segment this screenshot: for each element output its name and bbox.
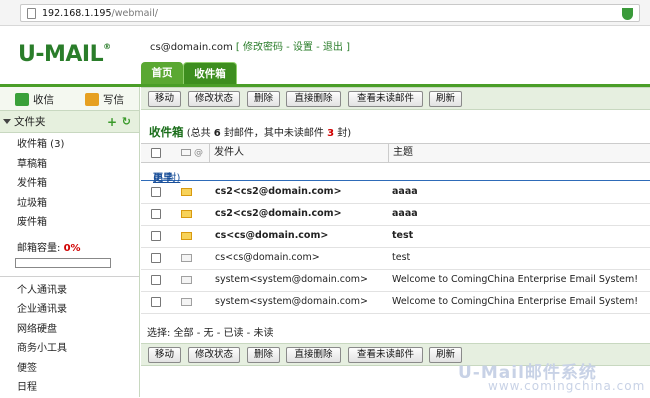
quota-bar bbox=[15, 257, 111, 268]
delete-direct-button[interactable]: 直接删除 bbox=[286, 91, 341, 107]
row-sender[interactable]: cs<cs@domain.com> bbox=[215, 230, 328, 241]
row-checkbox[interactable] bbox=[151, 209, 161, 219]
table-row[interactable]: cs2<cs2@domain.com> aaaa bbox=[141, 182, 650, 204]
toolbar-top: 移动 修改状态 删除 直接删除 查看未读邮件 刷新 bbox=[141, 87, 650, 110]
row-checkbox[interactable] bbox=[151, 275, 161, 285]
collapse-icon[interactable] bbox=[3, 119, 11, 124]
unread-count: 3 bbox=[327, 128, 335, 139]
row-subject[interactable]: test bbox=[392, 230, 413, 241]
unread-mail-icon bbox=[181, 210, 192, 218]
sidebar-divider bbox=[0, 275, 139, 277]
refresh-folders-icon[interactable]: ↻ bbox=[122, 111, 131, 133]
row-checkbox[interactable] bbox=[151, 297, 161, 307]
unread-mail-icon bbox=[181, 232, 192, 240]
shield-icon[interactable] bbox=[622, 8, 633, 20]
compose-icon bbox=[85, 93, 99, 106]
row-checkbox[interactable] bbox=[151, 231, 161, 241]
read-mail-icon bbox=[181, 298, 192, 306]
view-unread-button-bottom[interactable]: 查看未读邮件 bbox=[348, 347, 423, 363]
row-subject[interactable]: Welcome to ComingChina Enterprise Email … bbox=[392, 296, 638, 307]
row-subject[interactable]: aaaa bbox=[392, 208, 418, 219]
row-sender[interactable]: system<system@domain.com> bbox=[215, 274, 368, 285]
read-mail-icon bbox=[181, 254, 192, 262]
tab-inbox[interactable]: 收件箱 bbox=[183, 62, 237, 84]
folder-trash[interactable]: 废件箱 bbox=[0, 213, 139, 233]
address-bar: 192.168.1.195/webmail/ bbox=[0, 0, 650, 26]
row-sender[interactable]: cs2<cs2@domain.com> bbox=[215, 186, 342, 197]
col-subject[interactable]: 主题 bbox=[388, 144, 650, 162]
row-subject[interactable]: test bbox=[392, 252, 410, 263]
table-row[interactable]: system<system@domain.com> Welcome to Comi… bbox=[141, 292, 650, 314]
write-button[interactable]: 写信 bbox=[85, 92, 124, 107]
tool-business-tools[interactable]: 商务小工具 bbox=[0, 339, 139, 359]
page-icon bbox=[27, 8, 36, 19]
table-row[interactable]: cs<cs@domain.com> test bbox=[141, 226, 650, 248]
watermark-url: www.comingchina.com bbox=[488, 379, 646, 393]
sidebar: 收信 写信 文件夹 + ↻ 收件箱 (3) 草稿箱 发件箱 垃圾箱 废件箱 邮箱… bbox=[0, 87, 140, 397]
list-title: 收件箱 (总共 6 封邮件，其中未读邮件 3 封) bbox=[149, 125, 352, 139]
delete-button[interactable]: 删除 bbox=[247, 91, 280, 107]
row-checkbox[interactable] bbox=[151, 187, 161, 197]
refresh-button[interactable]: 刷新 bbox=[429, 91, 462, 107]
add-folder-icon[interactable]: + bbox=[107, 111, 117, 133]
row-checkbox[interactable] bbox=[151, 253, 161, 263]
tool-personal-contacts[interactable]: 个人通讯录 bbox=[0, 281, 139, 301]
row-subject[interactable]: aaaa bbox=[392, 186, 418, 197]
compose-bar: 收信 写信 bbox=[0, 87, 139, 111]
unread-mail-icon bbox=[181, 188, 192, 196]
tab-home[interactable]: 首页 bbox=[141, 62, 183, 84]
select-all-checkbox[interactable] bbox=[151, 148, 161, 158]
delete-direct-button-bottom[interactable]: 直接删除 bbox=[286, 347, 341, 363]
delete-button-bottom[interactable]: 删除 bbox=[247, 347, 280, 363]
download-icon bbox=[15, 93, 29, 106]
attachment-header-icon: @ bbox=[194, 148, 203, 158]
folder-sent[interactable]: 发件箱 bbox=[0, 174, 139, 194]
table-row[interactable]: cs<cs@domain.com> test bbox=[141, 248, 650, 270]
col-sender[interactable]: 发件人 bbox=[209, 144, 391, 162]
tool-calendar[interactable]: 日程 bbox=[0, 378, 139, 398]
table-header: @ 发件人 主题 bbox=[141, 143, 650, 163]
row-subject[interactable]: Welcome to ComingChina Enterprise Email … bbox=[392, 274, 638, 285]
user-info: cs@domain.com [ 修改密码 - 设置 - 退出 ] bbox=[150, 38, 350, 53]
quota-label: 邮箱容量: 0% bbox=[17, 242, 81, 254]
row-sender[interactable]: system<system@domain.com> bbox=[215, 296, 368, 307]
move-button-bottom[interactable]: 移动 bbox=[148, 347, 181, 363]
change-status-button-bottom[interactable]: 修改状态 bbox=[188, 347, 240, 363]
folder-header[interactable]: 文件夹 + ↻ bbox=[0, 111, 139, 133]
app-logo[interactable]: U-MAIL® bbox=[18, 42, 111, 67]
folder-spam[interactable]: 垃圾箱 bbox=[0, 194, 139, 214]
select-bar[interactable]: 选择: 全部 - 无 - 已读 - 未读 bbox=[147, 324, 273, 339]
url-field[interactable]: 192.168.1.195/webmail/ bbox=[20, 4, 640, 22]
tool-network-disk[interactable]: 网络硬盘 bbox=[0, 320, 139, 340]
user-email: cs@domain.com bbox=[150, 42, 233, 53]
account-links[interactable]: [ 修改密码 - 设置 - 退出 ] bbox=[236, 42, 350, 53]
envelope-header-icon bbox=[181, 149, 191, 156]
receive-button[interactable]: 收信 bbox=[15, 92, 54, 107]
table-row[interactable]: cs2<cs2@domain.com> aaaa bbox=[141, 204, 650, 226]
table-row[interactable]: system<system@domain.com> Welcome to Comi… bbox=[141, 270, 650, 292]
row-sender[interactable]: cs<cs@domain.com> bbox=[215, 252, 320, 263]
folder-inbox[interactable]: 收件箱 (3) bbox=[0, 135, 139, 155]
url-text: 192.168.1.195/webmail/ bbox=[42, 8, 158, 19]
change-status-button[interactable]: 修改状态 bbox=[188, 91, 240, 107]
row-sender[interactable]: cs2<cs2@domain.com> bbox=[215, 208, 342, 219]
group-header[interactable]: 更早 (6 封) bbox=[141, 163, 650, 184]
read-mail-icon bbox=[181, 276, 192, 284]
move-button[interactable]: 移动 bbox=[148, 91, 181, 107]
quota-value: 0% bbox=[63, 242, 81, 254]
folder-drafts[interactable]: 草稿箱 bbox=[0, 155, 139, 175]
view-unread-button[interactable]: 查看未读邮件 bbox=[348, 91, 423, 107]
mail-list-panel: 移动 修改状态 删除 直接删除 查看未读邮件 刷新 收件箱 (总共 6 封邮件，… bbox=[141, 87, 650, 397]
tool-notes[interactable]: 便签 bbox=[0, 359, 139, 379]
tool-company-contacts[interactable]: 企业通讯录 bbox=[0, 300, 139, 320]
